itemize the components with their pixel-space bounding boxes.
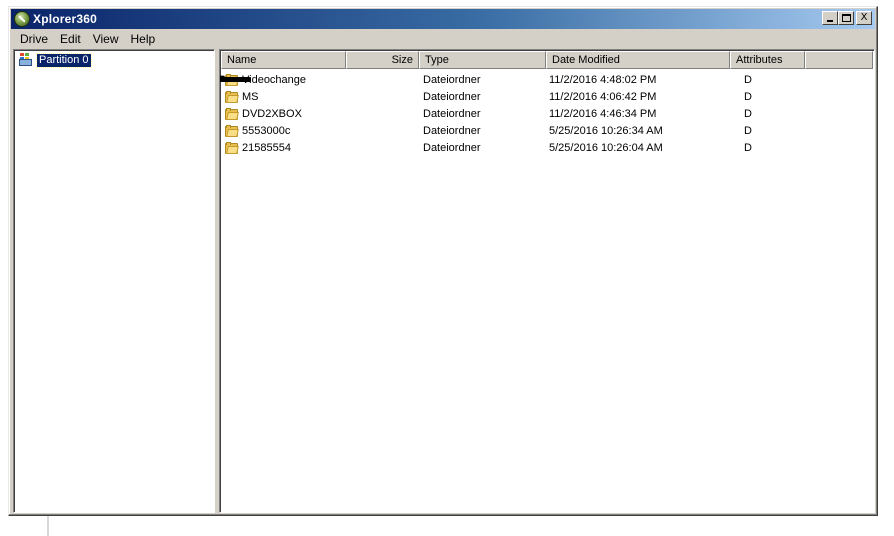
file-date-modified: 11/2/2016 4:06:42 PM xyxy=(549,90,657,103)
file-date-modified: 5/25/2016 10:26:04 AM xyxy=(549,141,663,154)
menu-bar: Drive Edit View Help xyxy=(11,30,875,48)
file-row[interactable]: MS Dateiordner 11/2/2016 4:06:42 PM D xyxy=(221,88,803,105)
redaction-mark xyxy=(220,77,251,82)
column-header-filler xyxy=(805,51,873,69)
folder-icon xyxy=(225,124,239,137)
minimize-button[interactable] xyxy=(822,11,838,25)
file-type: Dateiordner xyxy=(423,107,481,120)
column-header-size[interactable]: Size xyxy=(346,51,419,69)
file-name-cell: DVD2XBOX xyxy=(220,75,346,120)
minimize-icon xyxy=(827,20,833,22)
file-name: DVD2XBOX xyxy=(242,107,302,120)
title-bar[interactable]: Xplorer360 X xyxy=(11,9,875,29)
file-list-pane[interactable]: Name Size Type Date Modified Attributes … xyxy=(219,49,875,513)
column-header-row: Name Size Type Date Modified Attributes xyxy=(221,51,873,69)
file-row[interactable]: 5553000c Dateiordner 5/25/2016 10:26:34 … xyxy=(221,122,803,139)
menu-drive[interactable]: Drive xyxy=(15,32,53,46)
menu-edit[interactable]: Edit xyxy=(55,32,86,46)
drive-tree-pane[interactable]: Partition 0 xyxy=(13,49,215,513)
close-icon: X xyxy=(860,12,868,23)
column-header-type[interactable]: Type xyxy=(419,51,546,69)
maximize-button[interactable] xyxy=(838,11,854,25)
folder-icon xyxy=(225,107,239,120)
file-row[interactable]: DVD2XBOX Dateiordner 11/2/2016 4:46:34 P… xyxy=(220,75,803,122)
menu-view[interactable]: View xyxy=(88,32,124,46)
file-name-cell: MS xyxy=(221,90,346,103)
menu-help[interactable]: Help xyxy=(126,32,161,46)
file-name-cell: 5553000c xyxy=(221,124,346,137)
drive-icon xyxy=(18,52,34,68)
file-type: Dateiordner xyxy=(423,73,481,86)
app-window: Xplorer360 X Drive Edit View Help Partit… xyxy=(8,6,878,516)
file-type: Dateiordner xyxy=(423,90,481,103)
file-type: Dateiordner xyxy=(423,141,481,154)
file-name-cell: Videochange xyxy=(220,73,346,86)
file-attributes: D xyxy=(744,90,752,103)
folder-icon xyxy=(225,141,239,154)
background-divider xyxy=(47,516,49,536)
window-controls: X xyxy=(822,11,872,25)
file-attributes: D xyxy=(744,124,752,137)
file-date-modified: 11/2/2016 4:48:02 PM xyxy=(549,73,657,86)
file-name-cell: 21585554 xyxy=(221,141,346,154)
file-date-modified: 11/2/2016 4:46:34 PM xyxy=(549,107,657,120)
column-header-name[interactable]: Name xyxy=(221,51,346,69)
xbox-logo-icon[interactable] xyxy=(14,11,30,27)
tree-item-label: Partition 0 xyxy=(36,52,92,68)
file-attributes: D xyxy=(744,107,752,120)
maximize-icon xyxy=(842,14,851,22)
file-attributes: D xyxy=(744,73,752,86)
folder-icon xyxy=(225,90,239,103)
file-attributes: D xyxy=(744,141,752,154)
tree-item-partition-0[interactable]: Partition 0 xyxy=(18,52,92,68)
file-row[interactable]: 21585554 Dateiordner 5/25/2016 10:26:04 … xyxy=(221,139,803,156)
file-name: Videochange xyxy=(242,73,307,86)
file-list: Videochange Dateiordner 11/2/2016 4:48:0… xyxy=(220,71,803,156)
close-button[interactable]: X xyxy=(856,11,872,25)
file-row[interactable]: Videochange Dateiordner 11/2/2016 4:48:0… xyxy=(220,71,803,88)
column-header-attributes[interactable]: Attributes xyxy=(730,51,805,69)
file-date-modified: 5/25/2016 10:26:34 AM xyxy=(549,124,663,137)
file-type: Dateiordner xyxy=(423,124,481,137)
file-name: 5553000c xyxy=(242,124,291,137)
file-name: MS xyxy=(242,90,259,103)
file-name: 21585554 xyxy=(242,141,291,154)
column-header-date-modified[interactable]: Date Modified xyxy=(546,51,730,69)
window-title: Xplorer360 xyxy=(33,12,98,26)
